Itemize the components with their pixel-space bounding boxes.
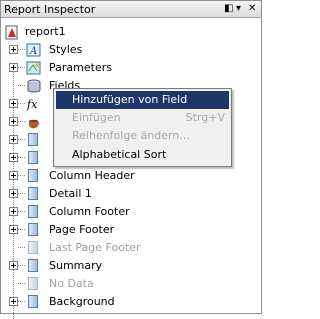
panel-title: Report Inspector — [4, 3, 96, 16]
svg-text:A: A — [29, 46, 37, 57]
context-menu: Hinzufügen von Field Einfügen Strg+V Rei… — [53, 88, 232, 167]
tree-item-column-header[interactable]: Column Header — [1, 167, 261, 185]
tree-item-page-footer[interactable]: Page Footer — [1, 221, 261, 239]
expand-icon[interactable] — [9, 207, 18, 216]
tree-item-last-page-footer[interactable]: Last Page Footer — [1, 239, 261, 257]
tree-item-label: Page Footer — [49, 223, 115, 236]
expand-icon[interactable] — [9, 189, 18, 198]
tree-item-label: Styles — [49, 43, 83, 56]
tree-item-label: Background — [49, 295, 115, 308]
menu-item-add-field[interactable]: Hinzufügen von Field — [56, 91, 229, 109]
report-icon — [5, 25, 18, 40]
tree-item-column-footer[interactable]: Column Footer — [1, 203, 261, 221]
panel-titlebar: Report Inspector ◧ ▾ ✕ — [1, 1, 261, 18]
band-icon — [28, 241, 38, 254]
menu-item-label: Einfügen — [72, 111, 121, 124]
band-icon — [28, 187, 38, 200]
menu-item-label: Reihenfolge ändern... — [72, 129, 190, 142]
minimize-panel-icon[interactable]: ◧ — [224, 2, 233, 16]
tree-root-label: report1 — [25, 25, 66, 38]
tree-item-label: Parameters — [49, 61, 112, 74]
expand-icon[interactable] — [9, 45, 18, 54]
menu-item-label: Hinzufügen von Field — [72, 93, 188, 106]
band-icon — [28, 169, 38, 182]
tree-item-label: Column Header — [49, 169, 135, 182]
tree-item-parameters[interactable]: Parameters — [1, 59, 261, 77]
band-icon — [28, 223, 38, 236]
styles-icon: A — [26, 43, 41, 57]
tree-root[interactable]: report1 — [1, 23, 261, 41]
band-icon — [28, 151, 38, 164]
menu-item-paste[interactable]: Einfügen Strg+V — [56, 109, 229, 127]
svg-text:fx: fx — [26, 98, 38, 111]
fields-database-icon — [27, 79, 41, 93]
band-icon — [28, 295, 38, 308]
tree-item-summary[interactable]: Summary — [1, 257, 261, 275]
band-icon — [28, 259, 38, 272]
expand-icon[interactable] — [9, 225, 18, 234]
variables-fx-icon: fx — [26, 98, 38, 111]
close-panel-icon[interactable]: ✕ — [248, 2, 256, 16]
tree-item-detail-1[interactable]: Detail 1 — [1, 185, 261, 203]
tree-item-background[interactable]: Background — [1, 293, 261, 311]
parameters-icon — [26, 61, 41, 75]
menu-item-shortcut: Strg+V — [185, 111, 225, 124]
expand-icon[interactable] — [9, 135, 18, 144]
band-icon — [28, 277, 38, 290]
panel-menu-icon[interactable]: ▾ — [236, 2, 241, 16]
tree-item-label: Detail 1 — [49, 187, 92, 200]
tree-item-no-data[interactable]: No Data — [1, 275, 261, 293]
expand-icon[interactable] — [9, 261, 18, 270]
expand-icon[interactable] — [9, 117, 18, 126]
band-icon — [28, 205, 38, 218]
expand-icon[interactable] — [9, 297, 18, 306]
report-inspector-panel: Report Inspector ◧ ▾ ✕ report1 A Styles — [0, 0, 262, 319]
expand-icon[interactable] — [9, 63, 18, 72]
scriptlets-coffee-icon — [29, 119, 40, 129]
menu-item-alphabetical-sort[interactable]: Alphabetical Sort — [56, 146, 229, 164]
menu-item-label: Alphabetical Sort — [72, 148, 167, 161]
tree-item-label: Summary — [49, 259, 103, 272]
expand-icon[interactable] — [9, 99, 18, 108]
expand-icon[interactable] — [9, 171, 18, 180]
tree-item-label: No Data — [49, 277, 94, 290]
menu-item-change-order[interactable]: Reihenfolge ändern... — [56, 127, 229, 145]
expand-icon[interactable] — [9, 153, 18, 162]
band-icon — [28, 133, 38, 146]
tree-item-label: Column Footer — [49, 205, 130, 218]
tree-item-styles[interactable]: A Styles — [1, 41, 261, 59]
tree-item-label: Last Page Footer — [49, 241, 141, 254]
